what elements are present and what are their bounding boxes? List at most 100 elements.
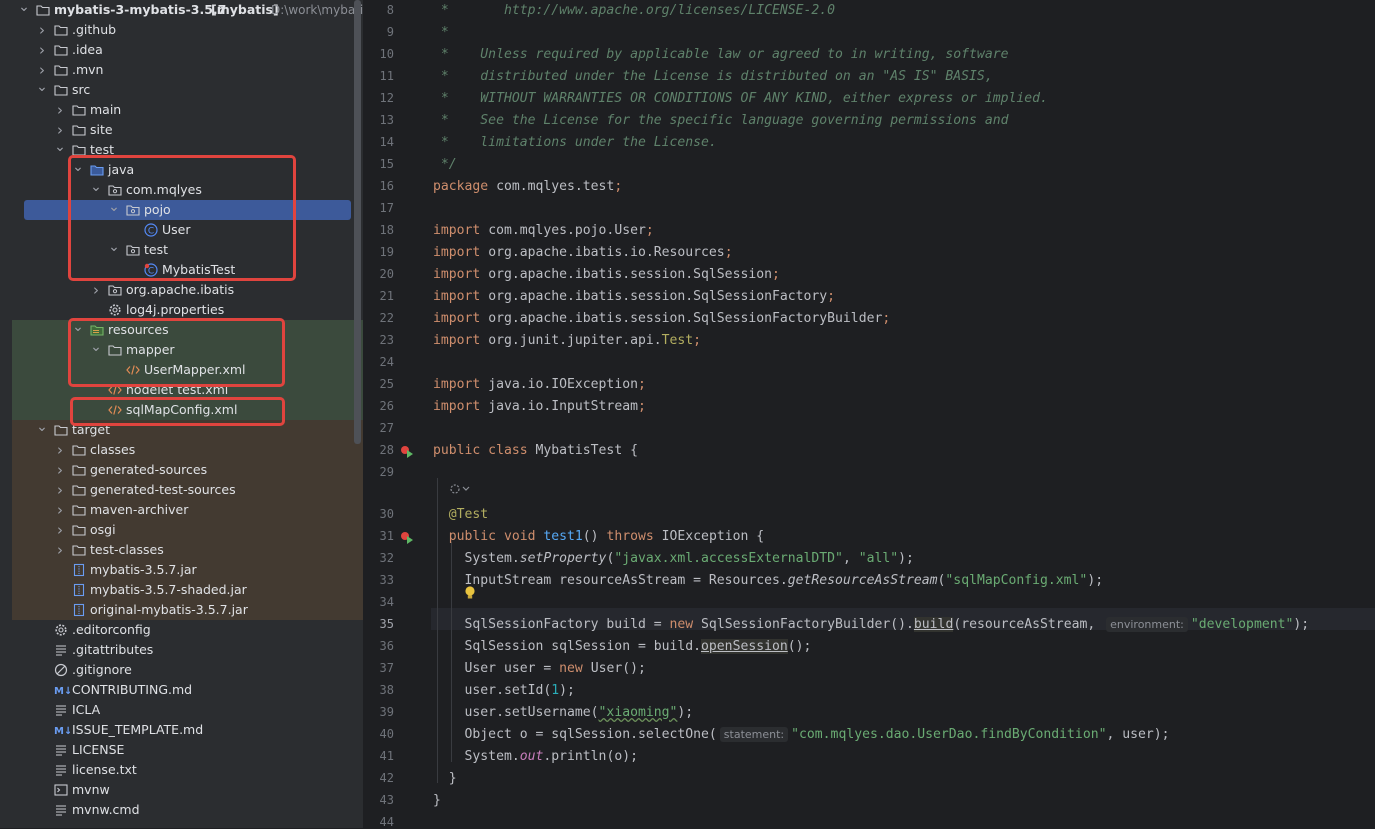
tree-node[interactable]: mybatis-3.5.7-shaded.jar: [12, 580, 363, 600]
code-line[interactable]: * WITHOUT WARRANTIES OR CONDITIONS OF AN…: [433, 88, 1048, 110]
tree-node[interactable]: M↓ ISSUE_TEMPLATE.md: [12, 720, 363, 740]
code-line[interactable]: */: [433, 154, 457, 176]
chevron-right-icon[interactable]: ›: [36, 40, 48, 60]
tree-node[interactable]: mvnw: [12, 780, 363, 800]
chevron-down-icon[interactable]: ⌄: [36, 77, 48, 97]
chevron-down-icon[interactable]: ⌄: [72, 317, 84, 337]
code-line[interactable]: Object o = sqlSession.selectOne(statemen…: [433, 724, 1170, 746]
code-line[interactable]: * http://www.apache.org/licenses/LICENSE…: [433, 0, 835, 22]
chevron-down-icon[interactable]: ⌄: [108, 197, 120, 217]
code-line[interactable]: package com.mqlyes.test;: [433, 176, 622, 198]
chevron-right-icon[interactable]: ›: [54, 100, 66, 120]
code-line[interactable]: user.setUsername("xiaoming");: [433, 702, 694, 724]
tree-node[interactable]: C User: [12, 220, 363, 240]
tree-node[interactable]: ⌄ src: [12, 77, 363, 100]
tree-node-label: mybatis-3-mybatis-3.5.7: [54, 2, 227, 17]
tree-scrollbar[interactable]: [354, 0, 361, 444]
chevron-down-icon[interactable]: ⌄: [108, 237, 120, 257]
tree-node[interactable]: mvnw.cmd: [12, 800, 363, 820]
chevron-down-icon[interactable]: ⌄: [90, 337, 102, 357]
code-line[interactable]: System.setProperty("javax.xml.accessExte…: [433, 548, 914, 570]
tree-node[interactable]: .gitattributes: [12, 640, 363, 660]
tree-node[interactable]: ⌄ java: [12, 157, 363, 180]
tree-node[interactable]: › .idea: [12, 40, 363, 60]
tree-node[interactable]: log4j.properties: [12, 300, 363, 320]
tree-node[interactable]: ⌄ test: [12, 237, 363, 260]
code-editor[interactable]: * http://www.apache.org/licenses/LICENSE…: [431, 0, 1375, 828]
code-line[interactable]: * Unless required by applicable law or a…: [433, 44, 1009, 66]
chevron-down-icon[interactable]: ⌄: [90, 177, 102, 197]
tree-node[interactable]: › classes: [12, 440, 363, 460]
tree-node[interactable]: › generated-sources: [12, 460, 363, 480]
code-line[interactable]: * distributed under the License is distr…: [433, 66, 993, 88]
code-line[interactable]: * See the License for the specific langu…: [433, 110, 1009, 132]
chevron-right-icon[interactable]: ›: [54, 520, 66, 540]
code-line[interactable]: public void test1() throws IOException {: [433, 526, 764, 548]
code-line[interactable]: InputStream resourceAsStream = Resources…: [433, 570, 1104, 592]
code-line[interactable]: SqlSessionFactory build = new SqlSession…: [433, 614, 1309, 636]
code-line[interactable]: import org.apache.ibatis.session.SqlSess…: [433, 264, 780, 286]
code-line[interactable]: import org.apache.ibatis.session.SqlSess…: [433, 286, 835, 308]
tree-node[interactable]: ⌄ pojo: [12, 197, 363, 220]
chevron-right-icon[interactable]: ›: [54, 460, 66, 480]
chevron-down-icon[interactable]: ⌄: [72, 157, 84, 177]
chevron-down-icon[interactable]: ⌄: [36, 417, 48, 437]
code-line[interactable]: @Test: [433, 504, 488, 526]
chevron-right-icon[interactable]: ›: [54, 500, 66, 520]
tree-node[interactable]: ⌄ test: [12, 137, 363, 160]
tree-node[interactable]: ICLA: [12, 700, 363, 720]
code-line[interactable]: import com.mqlyes.pojo.User;: [433, 220, 654, 242]
tree-node[interactable]: › osgi: [12, 520, 363, 540]
code-line[interactable]: * limitations under the License.: [433, 132, 717, 154]
code-line[interactable]: import org.apache.ibatis.session.SqlSess…: [433, 308, 890, 330]
project-tree[interactable]: ⌄ mybatis-3-mybatis-3.5.7 [mybatis] D:\work…: [12, 0, 363, 828]
tree-node[interactable]: LICENSE: [12, 740, 363, 760]
tree-node[interactable]: ⌄ mapper: [12, 337, 363, 360]
tree-node[interactable]: sqlMapConfig.xml: [12, 400, 363, 420]
code-line[interactable]: User user = new User();: [433, 658, 646, 680]
code-line[interactable]: import java.io.InputStream;: [433, 396, 646, 418]
code-line[interactable]: import org.apache.ibatis.io.Resources;: [433, 242, 733, 264]
code-vision-icon[interactable]: [449, 482, 471, 499]
lightbulb-icon[interactable]: [464, 585, 476, 605]
tree-node[interactable]: › generated-test-sources: [12, 480, 363, 500]
tree-node[interactable]: › org.apache.ibatis: [12, 280, 363, 300]
tree-node[interactable]: ⌄ mybatis-3-mybatis-3.5.7 [mybatis] D:\work…: [12, 0, 363, 20]
code-line[interactable]: }: [433, 768, 457, 790]
code-line[interactable]: public class MybatisTest {: [433, 440, 638, 462]
tree-node[interactable]: › maven-archiver: [12, 500, 363, 520]
tree-node[interactable]: M↓ CONTRIBUTING.md: [12, 680, 363, 700]
code-line[interactable]: import java.io.IOException;: [433, 374, 646, 396]
tree-node[interactable]: ⌄ target: [12, 417, 363, 440]
code-line[interactable]: user.setId(1);: [433, 680, 575, 702]
tree-node[interactable]: license.txt: [12, 760, 363, 780]
code-line[interactable]: }: [433, 790, 441, 812]
chevron-down-icon[interactable]: ⌄: [54, 137, 66, 157]
tree-node[interactable]: UserMapper.xml: [12, 360, 363, 380]
run-test-icon[interactable]: [400, 530, 414, 544]
tree-node[interactable]: .gitignore: [12, 660, 363, 680]
tree-node[interactable]: nodelet test.xml: [12, 380, 363, 400]
tree-node[interactable]: mybatis-3.5.7.jar: [12, 560, 363, 580]
run-test-icon[interactable]: [400, 444, 414, 458]
chevron-right-icon[interactable]: ›: [54, 540, 66, 560]
chevron-right-icon[interactable]: ›: [54, 480, 66, 500]
tree-node[interactable]: C MybatisTest: [12, 260, 363, 280]
tree-node[interactable]: ⌄ resources: [12, 317, 363, 340]
tree-node[interactable]: › test-classes: [12, 540, 363, 560]
tree-node-label: license.txt: [72, 762, 137, 777]
tree-node[interactable]: ⌄ com.mqlyes: [12, 177, 363, 200]
code-line[interactable]: SqlSession sqlSession = build.openSessio…: [433, 636, 811, 658]
tree-node[interactable]: original-mybatis-3.5.7.jar: [12, 600, 363, 620]
chevron-right-icon[interactable]: ›: [90, 280, 102, 300]
tree-node[interactable]: .editorconfig: [12, 620, 363, 640]
chevron-right-icon[interactable]: ›: [54, 440, 66, 460]
code-line[interactable]: import org.junit.jupiter.api.Test;: [433, 330, 701, 352]
chevron-right-icon[interactable]: ›: [36, 20, 48, 40]
code-line[interactable]: *: [433, 22, 449, 44]
tree-node[interactable]: › .mvn: [12, 60, 363, 80]
chevron-down-icon[interactable]: ⌄: [18, 0, 30, 17]
tree-node[interactable]: › .github: [12, 20, 363, 40]
code-line[interactable]: System.out.println(o);: [433, 746, 638, 768]
tree-node[interactable]: › main: [12, 100, 363, 120]
